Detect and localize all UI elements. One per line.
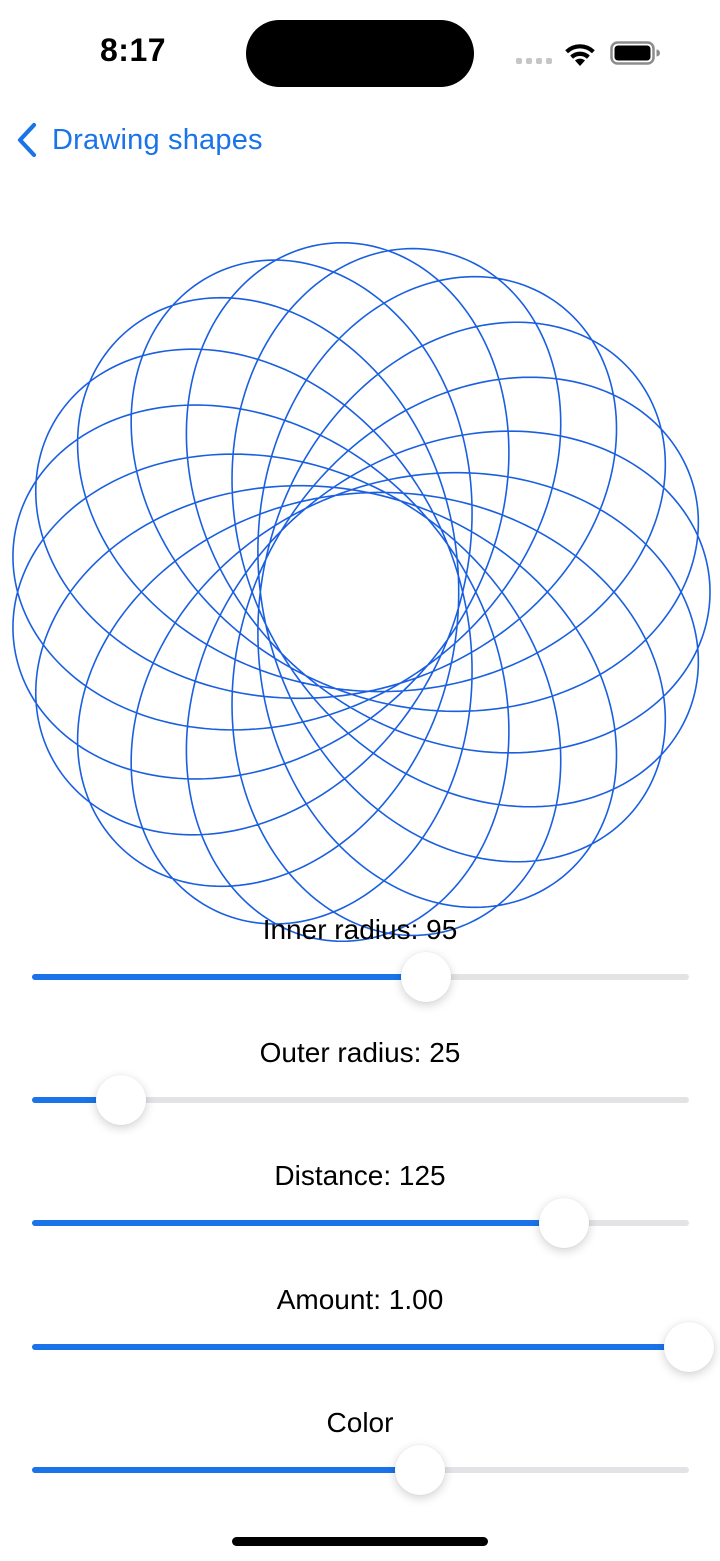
back-button-label: Drawing shapes (52, 123, 263, 156)
distance-slider[interactable] (32, 1198, 689, 1248)
slider-thumb[interactable] (394, 1445, 445, 1495)
slider-thumb[interactable] (401, 952, 452, 1002)
chevron-left-icon (17, 122, 37, 158)
slider-thumb[interactable] (539, 1198, 590, 1248)
amount-label: Amount: 1.00 (276, 1284, 444, 1315)
slider-fill (32, 974, 427, 980)
distance-label: Distance: 125 (274, 1160, 446, 1191)
status-time: 8:17 (100, 32, 167, 68)
dynamic-island (246, 20, 474, 87)
inner-radius-slider[interactable] (32, 952, 689, 1002)
amount-slider[interactable] (32, 1322, 714, 1372)
slider-thumb[interactable] (664, 1322, 714, 1372)
spirograph-canvas (12, 241, 711, 943)
outer-radius-label: Outer radius: 25 (259, 1037, 461, 1068)
inner-radius-label: Inner radius: 95 (262, 914, 458, 945)
color-label: Color (326, 1407, 394, 1438)
slider-fill (32, 1344, 689, 1350)
home-indicator (232, 1537, 488, 1546)
spirograph-path (12, 241, 711, 943)
battery-icon (610, 41, 660, 65)
wifi-icon (565, 44, 595, 66)
back-button[interactable]: Drawing shapes (14, 118, 263, 162)
outer-radius-slider[interactable] (32, 1075, 689, 1125)
color-slider[interactable] (32, 1445, 689, 1495)
slider-fill (32, 1467, 420, 1473)
slider-fill (32, 1220, 565, 1226)
cellular-signal-icon (516, 58, 552, 66)
status-bar: 8:17 (0, 0, 720, 100)
slider-thumb[interactable] (95, 1075, 146, 1125)
